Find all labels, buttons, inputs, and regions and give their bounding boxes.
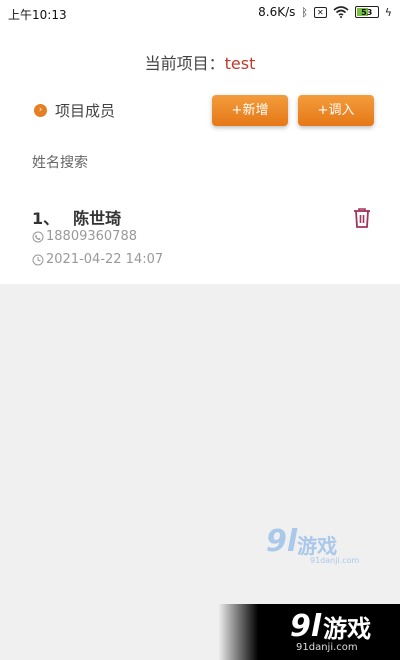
name-search-input[interactable] — [32, 152, 332, 174]
add-member-button[interactable]: +新增 — [212, 95, 288, 126]
battery-level: 53 — [361, 7, 373, 17]
phone-icon — [32, 231, 44, 242]
member-index: 1、 — [32, 209, 60, 228]
member-phone-line: 18809360788 — [32, 229, 137, 244]
project-name: test — [224, 54, 256, 73]
transfer-member-button[interactable]: +调入 — [298, 95, 374, 126]
battery-icon: 53 — [354, 6, 379, 18]
member-date: 2021-04-22 14:07 — [46, 252, 164, 267]
bluetooth-icon: ᛒ — [301, 5, 309, 19]
status-bar: 上午10:13 8.6K/s ᛒ ✕ 53 ϟ — [0, 0, 400, 26]
member-date-line: 2021-04-22 14:07 — [32, 252, 163, 267]
project-title: 当前项目：test — [0, 50, 400, 74]
clock-icon — [32, 254, 44, 265]
member-name: 陈世琦 — [73, 209, 122, 228]
members-header: › 项目成员 — [34, 100, 115, 121]
watermark-site: 91danji.com — [310, 556, 360, 565]
watermark-corner-site: 91danji.com — [296, 642, 358, 653]
watermark-corner-number: 9l — [290, 609, 322, 644]
member-phone: 18809360788 — [46, 229, 137, 244]
member-name-line: 1、 陈世琦 — [32, 205, 121, 229]
watermark-number: 9l — [266, 524, 298, 559]
status-icons: 8.6K/s ᛒ ✕ 53 ϟ — [258, 5, 392, 19]
members-title: 项目成员 — [55, 102, 116, 120]
charging-icon: ϟ — [384, 5, 392, 19]
watermark-corner-logo: 9l 游戏 — [290, 609, 371, 644]
watermark-text: 游戏 — [297, 534, 338, 558]
wifi-icon — [333, 6, 349, 18]
chevron-right-icon: › — [34, 104, 47, 117]
delete-icon[interactable] — [352, 207, 372, 229]
watermark-logo: 9l 游戏 91danji.com — [266, 524, 359, 565]
watermark-corner-text: 游戏 — [323, 615, 372, 643]
network-speed: 8.6K/s — [258, 5, 296, 19]
project-label: 当前项目： — [144, 54, 225, 73]
sim-off-icon: ✕ — [314, 6, 327, 18]
status-time: 上午10:13 — [8, 8, 67, 22]
